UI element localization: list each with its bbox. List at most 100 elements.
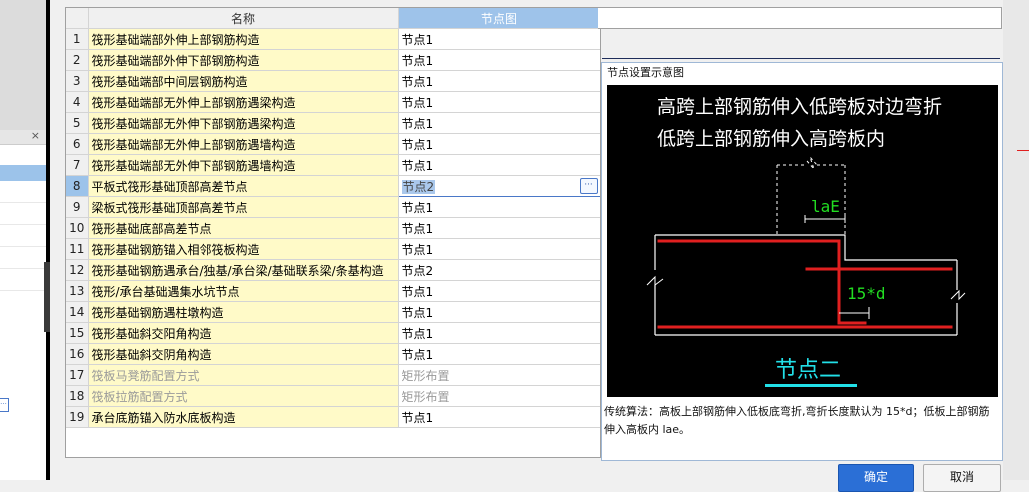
- table-row[interactable]: 19 承台底筋锚入防水底板构造 节点1: [66, 406, 600, 428]
- row-number: 15: [66, 322, 89, 344]
- setting-name: 筏形基础端部无外伸上部钢筋遇墙构造: [88, 133, 399, 155]
- column-header-node[interactable]: 节点图: [398, 8, 600, 29]
- setting-name: 筏形基础钢筋锚入相邻筏板构造: [88, 238, 399, 260]
- setting-name: 筏形基础钢筋遇柱墩构造: [88, 301, 399, 323]
- row-number: 4: [66, 91, 89, 113]
- setting-value[interactable]: 节点1: [398, 280, 600, 302]
- node-label: 节点二: [775, 358, 841, 383]
- setting-value[interactable]: 节点1: [398, 28, 600, 50]
- row-number: 7: [66, 154, 89, 176]
- background-ellipsis-button[interactable]: ···: [0, 398, 9, 412]
- setting-value[interactable]: 节点1: [398, 112, 600, 134]
- setting-value[interactable]: 节点1: [398, 49, 600, 71]
- diagram-caption-line1: 高跨上部钢筋伸入低跨板对边弯折: [657, 96, 942, 118]
- setting-name: 筏形基础端部外伸上部钢筋构造: [88, 28, 399, 50]
- table-row[interactable]: 14 筏形基础钢筋遇柱墩构造 节点1: [66, 301, 600, 323]
- row-number: 1: [66, 28, 89, 50]
- row-number: 5: [66, 112, 89, 134]
- node-diagram-svg: 高跨上部钢筋伸入低跨板对边弯折 低跨上部钢筋伸入高跨板内 laE 15*d 节点…: [646, 96, 966, 387]
- setting-value[interactable]: 节点1: [398, 322, 600, 344]
- table-row[interactable]: 4 筏形基础端部无外伸上部钢筋遇梁构造 节点1: [66, 91, 600, 113]
- table-row[interactable]: 18 筏板拉筋配置方式 矩形布置: [66, 385, 600, 407]
- diagram-caption-line2: 低跨上部钢筋伸入高跨板内: [657, 128, 885, 150]
- setting-value[interactable]: 矩形布置: [398, 364, 600, 386]
- setting-name: 筏形基础斜交阳角构造: [88, 322, 399, 344]
- table-row[interactable]: 7 筏形基础端部无外伸下部钢筋遇墙构造 节点1: [66, 154, 600, 176]
- background-row: [0, 225, 46, 247]
- setting-value-text[interactable]: 节点2: [401, 179, 436, 194]
- setting-name: 平板式筏形基础顶部高差节点: [88, 175, 399, 197]
- row-number: 13: [66, 280, 89, 302]
- setting-name: 筏形基础端部无外伸下部钢筋遇墙构造: [88, 154, 399, 176]
- background-selected-row: [0, 165, 46, 181]
- ok-button[interactable]: 确定: [838, 464, 914, 492]
- row-number: 2: [66, 49, 89, 71]
- dimension-guides: [776, 156, 846, 235]
- table-row[interactable]: 15 筏形基础斜交阳角构造 节点1: [66, 322, 600, 344]
- setting-value[interactable]: 节点1: [398, 301, 600, 323]
- setting-value[interactable]: 节点1: [398, 91, 600, 113]
- setting-name: 筏形基础端部无外伸上部钢筋遇梁构造: [88, 91, 399, 113]
- cancel-button[interactable]: 取消: [923, 464, 1001, 492]
- node-diagram: 高跨上部钢筋伸入低跨板对边弯折 低跨上部钢筋伸入高跨板内 laE 15*d 节点…: [607, 85, 998, 397]
- row-number: 18: [66, 385, 89, 407]
- setting-value[interactable]: 节点1: [398, 133, 600, 155]
- table-row[interactable]: 6 筏形基础端部无外伸上部钢筋遇墙构造 节点1: [66, 133, 600, 155]
- row-number: 19: [66, 406, 89, 428]
- concrete-outline: [646, 234, 966, 336]
- ellipsis-button[interactable]: ···: [579, 178, 598, 194]
- algorithm-description: 传统算法：高板上部钢筋伸入低板底弯折,弯折长度默认为 15*d；低板上部钢筋伸入…: [604, 405, 990, 436]
- table-row[interactable]: 9 梁板式筏形基础顶部高差节点 节点1: [66, 196, 600, 218]
- setting-name: 筏形基础底部高差节点: [88, 217, 399, 239]
- row-number-header: [66, 8, 89, 29]
- close-icon[interactable]: ×: [31, 129, 40, 142]
- setting-value[interactable]: 矩形布置: [398, 385, 600, 407]
- table-row[interactable]: 5 筏形基础端部无外伸下部钢筋遇梁构造 节点1: [66, 112, 600, 134]
- divider-line: [602, 58, 1000, 59]
- background-marker: [1017, 150, 1029, 151]
- table-row[interactable]: 12 筏形基础钢筋遇承台/独基/承台梁/基础联系梁/条基构造 节点2: [66, 259, 600, 281]
- table-row[interactable]: 1 筏形基础端部外伸上部钢筋构造 节点1: [66, 28, 600, 50]
- column-header-name[interactable]: 名称: [88, 8, 399, 29]
- table-row[interactable]: 2 筏形基础端部外伸下部钢筋构造 节点1: [66, 49, 600, 71]
- background-row: [0, 203, 46, 225]
- setting-value[interactable]: 节点2: [398, 259, 600, 281]
- table-row[interactable]: 13 筏形/承台基础遇集水坑节点 节点1: [66, 280, 600, 302]
- table-row[interactable]: 11 筏形基础钢筋锚入相邻筏板构造 节点1: [66, 238, 600, 260]
- table-row[interactable]: 8 平板式筏形基础顶部高差节点 节点2 ···: [66, 175, 600, 197]
- setting-value[interactable]: 节点1: [398, 217, 600, 239]
- rebar: [657, 239, 953, 329]
- setting-value[interactable]: 节点1: [398, 343, 600, 365]
- setting-value[interactable]: 节点1: [398, 196, 600, 218]
- preview-title: 节点设置示意图: [607, 66, 684, 79]
- row-number: 12: [66, 259, 89, 281]
- setting-value[interactable]: 节点2 ···: [397, 175, 600, 197]
- table-row[interactable]: 16 筏形基础斜交阴角构造 节点1: [66, 343, 600, 365]
- setting-name: 筏形基础斜交阴角构造: [88, 343, 399, 365]
- setting-value[interactable]: 节点1: [398, 406, 600, 428]
- table-row[interactable]: 10 筏形基础底部高差节点 节点1: [66, 217, 600, 239]
- table-row[interactable]: 17 筏板马凳筋配置方式 矩形布置: [66, 364, 600, 386]
- lae-label: laE: [811, 197, 840, 216]
- setting-value[interactable]: 节点1: [398, 154, 600, 176]
- setting-name: 筏板马凳筋配置方式: [88, 364, 399, 386]
- setting-value[interactable]: 节点1: [398, 70, 600, 92]
- row-number: 11: [66, 238, 89, 260]
- node-preview-panel: 节点设置示意图 高跨上部钢筋伸入低跨板对边弯折 低跨上部钢筋伸入高跨板内 laE…: [601, 62, 1003, 461]
- background-row: [0, 181, 46, 203]
- setting-name: 梁板式筏形基础顶部高差节点: [88, 196, 399, 218]
- background-row: [0, 269, 46, 291]
- background-panel: × ···: [0, 129, 47, 480]
- setting-name: 筏形/承台基础遇集水坑节点: [88, 280, 399, 302]
- row-number: 8: [66, 175, 89, 197]
- 15d-label: 15*d: [847, 284, 886, 303]
- row-number: 10: [66, 217, 89, 239]
- row-number: 16: [66, 343, 89, 365]
- table-row[interactable]: 3 筏形基础端部中间层钢筋构造 节点1: [66, 70, 600, 92]
- setting-name: 筏形基础端部外伸下部钢筋构造: [88, 49, 399, 71]
- grid-header-filler: [598, 7, 1002, 29]
- row-number: 9: [66, 196, 89, 218]
- setting-name: 筏形基础端部中间层钢筋构造: [88, 70, 399, 92]
- node-label-underline: [765, 384, 857, 387]
- setting-value[interactable]: 节点1: [398, 238, 600, 260]
